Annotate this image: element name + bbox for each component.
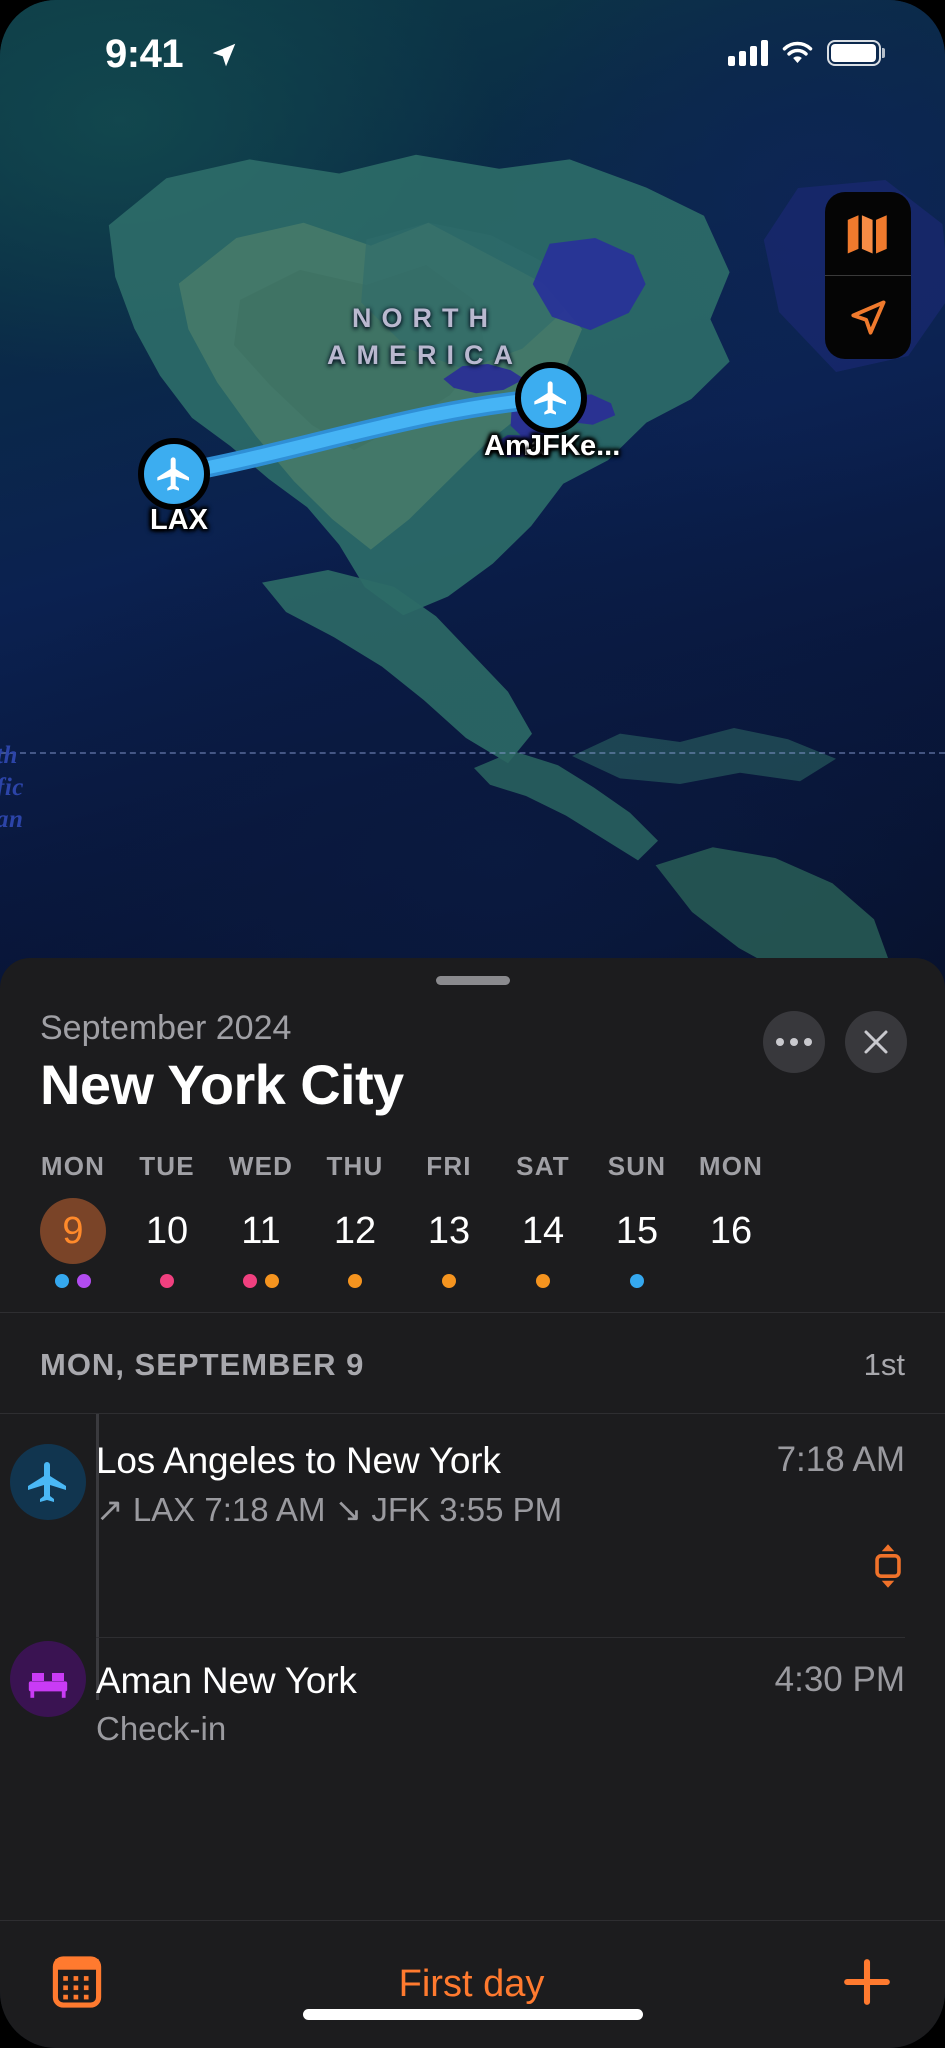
map-icon xyxy=(847,214,887,253)
calendar-dow: SUN xyxy=(607,1151,667,1181)
locate-me-button[interactable] xyxy=(825,276,911,359)
airplane-icon xyxy=(28,1462,66,1502)
calendar-date: 11 xyxy=(241,1209,281,1252)
event-body: Aman New York 4:30 PM Check-in xyxy=(96,1637,905,1770)
event-row-flight[interactable]: Los Angeles to New York 7:18 AM ↗ LAX 7:… xyxy=(0,1414,945,1611)
status-indicators xyxy=(727,40,885,66)
sheet-header-actions xyxy=(763,1011,907,1073)
event-body: Los Angeles to New York 7:18 AM ↗ LAX 7:… xyxy=(96,1440,905,1611)
calendar-day-15[interactable]: SUN 15 xyxy=(590,1151,684,1290)
map-pin-jfk[interactable] xyxy=(515,362,587,434)
calendar-dow: MON xyxy=(698,1151,764,1181)
event-title: Aman New York xyxy=(96,1660,357,1701)
home-indicator xyxy=(302,2009,643,2020)
calendar-event-dots xyxy=(308,1274,402,1290)
calendar-dow: MON xyxy=(40,1151,106,1181)
event-subtitle: Check-in xyxy=(96,1710,227,1747)
sheet-header: September 2024 New York City xyxy=(0,985,945,1117)
location-arrow-icon xyxy=(212,43,236,67)
calendar-date: 9 xyxy=(62,1209,84,1252)
calendar-strip[interactable]: MON 9 TUE 10 WED 11 THU 12 FRI 13 SAT 14… xyxy=(0,1151,945,1313)
calendar-day-11[interactable]: WED 11 xyxy=(214,1151,308,1290)
calendar-event-dots xyxy=(214,1274,308,1290)
calendar-day-14[interactable]: SAT 14 xyxy=(496,1151,590,1290)
calendar-event-dots xyxy=(496,1274,590,1290)
map-pin-label-fragment: e... xyxy=(580,430,621,462)
status-bar: 9:41 xyxy=(0,0,945,100)
calendar-dow: WED xyxy=(228,1151,294,1181)
flight-route-path xyxy=(164,388,561,484)
event-list: Los Angeles to New York 7:18 AM ↗ LAX 7:… xyxy=(0,1414,945,1920)
calendar-dow: SAT xyxy=(516,1151,570,1181)
event-row-hotel[interactable]: Aman New York 4:30 PM Check-in xyxy=(0,1611,945,1770)
map-controls[interactable] xyxy=(825,192,911,359)
close-button[interactable] xyxy=(845,1011,907,1073)
calendar-day-13[interactable]: FRI 13 xyxy=(402,1151,496,1290)
calendar-dow: FRI xyxy=(426,1151,472,1181)
event-time: 7:18 AM xyxy=(776,1440,905,1479)
close-icon xyxy=(864,1030,888,1054)
plus-icon xyxy=(844,1959,890,2005)
calendar-event-dots xyxy=(684,1274,778,1290)
event-avatar xyxy=(0,1440,96,1520)
sheet-grabber[interactable] xyxy=(435,976,510,985)
map-canvas[interactable]: th fic an NORTH AMERICA LAX Ama JFK e... xyxy=(0,0,945,1010)
event-time: 4:30 PM xyxy=(774,1660,905,1699)
event-badge[interactable] xyxy=(96,1543,905,1589)
navigation-arrow-icon xyxy=(851,299,886,335)
sheet-toolbar: First day xyxy=(0,1920,945,2048)
add-event-button[interactable] xyxy=(839,1954,895,2015)
first-day-button[interactable]: First day xyxy=(399,1963,545,2006)
airplane-icon xyxy=(534,381,566,415)
calendar-day-10[interactable]: TUE 10 xyxy=(120,1151,214,1290)
calendar-event-dots xyxy=(26,1274,120,1290)
event-title: Los Angeles to New York xyxy=(96,1440,501,1481)
map-pin-lax[interactable] xyxy=(138,438,210,510)
calendar-event-dots xyxy=(590,1274,684,1290)
day-title: MON, SEPTEMBER 9 xyxy=(40,1347,365,1382)
calendar-date: 12 xyxy=(333,1209,377,1252)
itinerary-sheet: September 2024 New York City MON 9 TUE 1… xyxy=(0,958,945,2048)
map-pin-label-jfk: Ama JFK e... AmaJFKe... xyxy=(484,430,642,463)
cellular-bars-icon xyxy=(727,40,768,66)
calendar-dow: TUE xyxy=(139,1151,195,1181)
calendar-day-12[interactable]: THU 12 xyxy=(308,1151,402,1290)
airplane-icon xyxy=(157,457,189,491)
more-options-button[interactable] xyxy=(763,1011,825,1073)
calendar-date: 16 xyxy=(709,1209,753,1252)
status-time: 9:41 xyxy=(105,32,184,76)
calendar-event-dots xyxy=(120,1274,214,1290)
calendar-date: 15 xyxy=(615,1209,659,1252)
event-subtitle: ↗ LAX 7:18 AM ↘ JFK 3:55 PM xyxy=(96,1491,563,1528)
calendar-date: 14 xyxy=(521,1209,565,1252)
calendar-date: 10 xyxy=(145,1209,189,1252)
calendar-date: 13 xyxy=(427,1209,471,1252)
calendar-day-16[interactable]: MON 16 xyxy=(684,1151,778,1290)
seat-icon xyxy=(875,1544,901,1588)
calendar-event-dots xyxy=(402,1274,496,1290)
event-avatar xyxy=(0,1637,96,1717)
map-pin-label-fragment: JFK xyxy=(526,430,581,462)
calendar-dow: THU xyxy=(326,1151,384,1181)
wifi-icon xyxy=(782,41,812,63)
calendar-view-button[interactable] xyxy=(50,1955,104,2014)
ellipsis-icon xyxy=(776,1038,812,1046)
map-pin-label-lax: LAX xyxy=(150,504,208,536)
calendar-icon xyxy=(52,1956,102,2008)
day-ordinal: 1st xyxy=(863,1347,905,1382)
app-screen: th fic an NORTH AMERICA LAX Ama JFK e... xyxy=(0,0,945,2048)
map-type-button[interactable] xyxy=(825,192,911,275)
bed-icon xyxy=(28,1673,68,1698)
calendar-day-9[interactable]: MON 9 xyxy=(26,1151,120,1290)
day-section-header: MON, SEPTEMBER 9 1st xyxy=(0,1313,945,1414)
battery-full-icon xyxy=(826,40,885,66)
